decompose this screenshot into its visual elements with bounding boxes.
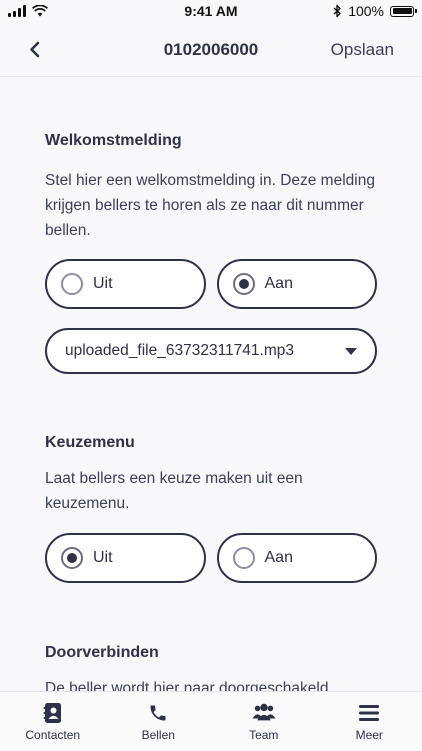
radio-label: Uit: [93, 549, 113, 567]
radio-button-unchecked[interactable]: [61, 273, 83, 295]
tab-calls[interactable]: Bellen: [106, 692, 212, 751]
tab-label: Team: [249, 728, 278, 742]
radio-option-on[interactable]: Aan: [217, 259, 378, 309]
battery-icon: [390, 6, 414, 17]
audio-file-select[interactable]: uploaded_file_63732311741.mp3: [45, 328, 377, 374]
save-button[interactable]: Opslaan: [331, 40, 394, 60]
settings-content[interactable]: Welkomstmelding Stel hier een welkomstme…: [0, 77, 422, 691]
navigation-bar: 0102006000 Opslaan: [0, 24, 422, 77]
welcome-message-radio-group: Uit Aan: [45, 259, 377, 311]
radio-option-on[interactable]: Aan: [217, 533, 378, 583]
welcome-message-section: Welkomstmelding: [45, 132, 377, 150]
ivr-menu-section: Keuzemenu: [45, 434, 377, 452]
section-heading: Keuzemenu: [45, 434, 377, 452]
tab-contacts[interactable]: Contacten: [0, 692, 106, 751]
tab-bar: Contacten Bellen Team: [0, 691, 422, 751]
radio-button-checked[interactable]: [233, 273, 255, 295]
select-value: uploaded_file_63732311741.mp3: [65, 342, 294, 360]
battery-percentage: 100%: [348, 3, 384, 19]
hamburger-menu-icon: [357, 701, 381, 725]
status-bar: 9:41 AM 100%: [0, 0, 422, 24]
forwarding-description-block: De beller wordt hier naar doorgeschakeld: [45, 676, 405, 691]
radio-button-unchecked[interactable]: [233, 547, 255, 569]
radio-option-off[interactable]: Uit: [45, 259, 206, 309]
status-right: 100%: [333, 3, 414, 19]
radio-option-off[interactable]: Uit: [45, 533, 206, 583]
tab-label: Contacten: [25, 728, 80, 742]
radio-button-checked[interactable]: [61, 547, 83, 569]
section-heading: Doorverbinden: [45, 644, 377, 662]
caret-down-icon: [345, 348, 357, 355]
welcome-message-description-block: Stel hier een welkomstmelding in. Deze m…: [45, 168, 377, 243]
section-description: De beller wordt hier naar doorgeschakeld: [45, 676, 405, 691]
tab-label: Meer: [356, 728, 383, 742]
forwarding-section: Doorverbinden: [45, 644, 377, 662]
tab-label: Bellen: [142, 728, 175, 742]
tab-more[interactable]: Meer: [317, 692, 422, 751]
ivr-menu-radio-group: Uit Aan: [45, 533, 377, 585]
section-heading: Welkomstmelding: [45, 132, 377, 150]
bluetooth-icon: [333, 4, 342, 18]
contacts-book-icon: [41, 701, 65, 725]
radio-label: Uit: [93, 275, 113, 293]
phone-icon: [146, 701, 170, 725]
radio-label: Aan: [265, 275, 293, 293]
section-description: Stel hier een welkomstmelding in. Deze m…: [45, 168, 377, 243]
section-description: Laat bellers een keuze maken uit een keu…: [45, 466, 335, 516]
tab-team[interactable]: Team: [211, 692, 317, 751]
team-icon: [252, 701, 276, 725]
ivr-menu-description-block: Laat bellers een keuze maken uit een keu…: [45, 466, 377, 516]
radio-label: Aan: [265, 549, 293, 567]
